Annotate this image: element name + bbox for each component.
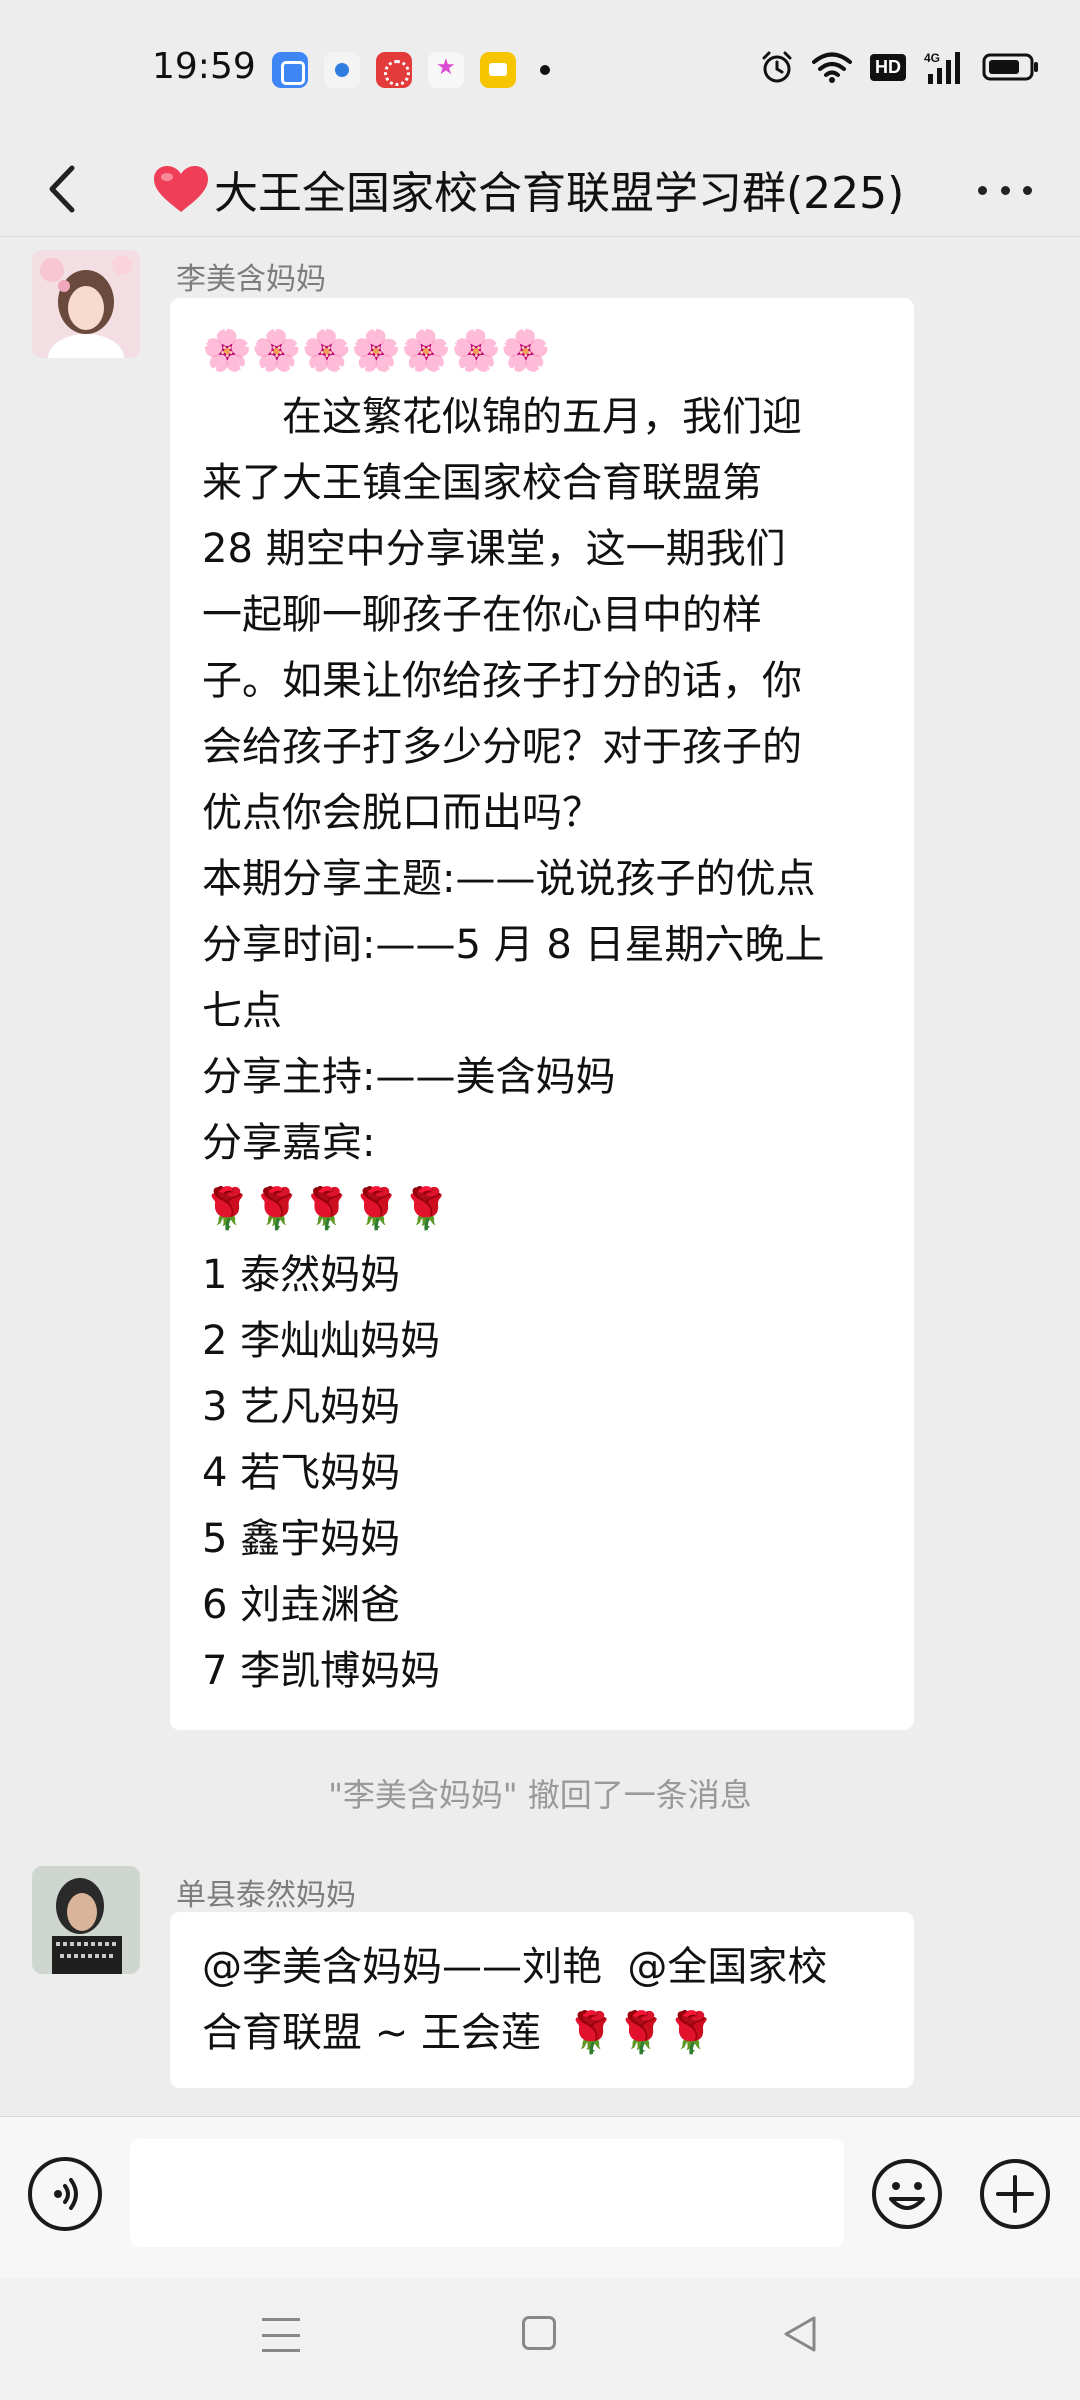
wifi-icon	[812, 52, 852, 83]
alarm-icon	[762, 51, 792, 83]
menu-line	[262, 2349, 300, 2352]
message-line: 6 刘垚渊爸	[202, 1582, 401, 1628]
message-input[interactable]	[130, 2139, 844, 2247]
message-line: 分享嘉宾:	[202, 1120, 376, 1166]
status-time: 19:59	[152, 46, 256, 87]
message-line: 7 李凯博妈妈	[202, 1648, 441, 1694]
chat-title-text: 大王全国家校合育联盟学习群(225)	[214, 168, 905, 219]
battery-icon	[982, 53, 1038, 81]
svg-text:4G: 4G	[924, 51, 940, 65]
more-notifications-dot-icon	[540, 65, 550, 75]
message-line: @李美含妈妈——刘艳 @全国家校	[202, 1944, 828, 1990]
message-bubble[interactable]: 🌸🌸🌸🌸🌸🌸🌸 在这繁花似锦的五月，我们迎 来了大王镇全国家校合育联盟第 28 期空…	[170, 298, 914, 1730]
dot	[1023, 185, 1032, 195]
back-button[interactable]	[30, 154, 100, 224]
system-nav-bar	[0, 2278, 1080, 2400]
message-line: 🌸🌸🌸🌸🌸🌸🌸	[202, 328, 551, 374]
app-notification-icon	[376, 52, 412, 88]
recent-apps-button[interactable]	[262, 2318, 300, 2352]
message-line: 4 若飞妈妈	[202, 1450, 401, 1496]
avatar-image	[32, 1866, 140, 1974]
message-line: 🌹🌹🌹🌹🌹	[202, 1186, 452, 1232]
message-text: @李美含妈妈——刘艳 @全国家校 合育联盟 ~ 王会莲 🌹🌹🌹	[202, 1934, 882, 2066]
heart-icon	[154, 166, 208, 212]
smiley-icon	[872, 2159, 942, 2229]
app-notification-icon	[272, 52, 308, 88]
message-line: 分享主持:——美含妈妈	[202, 1054, 616, 1100]
app-notification-icon	[428, 52, 464, 88]
menu-line	[262, 2318, 300, 2321]
app-notification-icon	[480, 52, 516, 88]
message-line: 会给孩子打多少分呢？对于孩子的	[202, 724, 802, 770]
signal-icon: 4G	[924, 51, 960, 84]
menu-line	[262, 2333, 300, 2337]
avatar[interactable]	[32, 250, 140, 358]
input-bar	[0, 2116, 1080, 2278]
dot	[1000, 185, 1010, 195]
sender-name: 李美含妈妈	[176, 262, 326, 297]
chevron-left-icon	[49, 165, 75, 213]
avatar[interactable]	[32, 1866, 140, 1974]
plus-icon	[980, 2159, 1050, 2229]
message-line: 优点你会脱口而出吗？	[202, 790, 602, 836]
message-line: 分享时间:——5 月 8 日星期六晚上	[202, 922, 825, 968]
voice-input-button[interactable]	[28, 2157, 102, 2231]
sender-name: 单县泰然妈妈	[176, 1878, 356, 1913]
more-options-button[interactable]	[970, 162, 1040, 218]
message-line: 28 期空中分享课堂，这一期我们	[202, 526, 786, 572]
message-line: 本期分享主题:——说说孩子的优点	[202, 856, 816, 902]
chat-title: 大王全国家校合育联盟学习群(225)	[152, 142, 932, 236]
triangle-back-icon	[784, 2316, 816, 2352]
recall-notice: "李美含妈妈" 撤回了一条消息	[328, 1776, 752, 1814]
header-divider	[0, 236, 1080, 237]
status-bar: 19:59 HD 4G	[0, 0, 1080, 142]
hd-badge: HD	[870, 53, 906, 81]
message-line: 一起聊一聊孩子在你心目中的样	[202, 592, 762, 638]
system-icons: HD 4G	[760, 50, 1040, 84]
notification-icons	[272, 52, 550, 88]
message-line: 子。如果让你给孩子打分的话，你	[202, 658, 802, 704]
message-line: 在这繁花似锦的五月，我们迎	[202, 394, 802, 440]
dot	[978, 185, 987, 195]
chat-header: 大王全国家校合育联盟学习群(225)	[0, 142, 1080, 236]
add-attachment-button[interactable]	[978, 2157, 1052, 2231]
message-line: 2 李灿灿妈妈	[202, 1318, 441, 1364]
message-line: 七点	[202, 988, 282, 1034]
app-notification-icon	[324, 52, 360, 88]
system-back-button[interactable]	[780, 2314, 820, 2354]
message-line: 3 艺凡妈妈	[202, 1384, 401, 1430]
emoji-button[interactable]	[870, 2157, 944, 2231]
voice-icon	[54, 2178, 78, 2210]
message-bubble[interactable]: @李美含妈妈——刘艳 @全国家校 合育联盟 ~ 王会莲 🌹🌹🌹	[170, 1912, 914, 2088]
avatar-image	[32, 250, 140, 358]
home-button[interactable]	[522, 2316, 556, 2350]
message-line: 5 鑫宇妈妈	[202, 1516, 401, 1562]
message-text: 🌸🌸🌸🌸🌸🌸🌸 在这繁花似锦的五月，我们迎 来了大王镇全国家校合育联盟第 28 期空…	[202, 318, 882, 1704]
message-line: 来了大王镇全国家校合育联盟第	[202, 460, 762, 506]
message-line: 1 泰然妈妈	[202, 1252, 401, 1298]
message-line: 合育联盟 ~ 王会莲 🌹🌹🌹	[202, 2010, 716, 2056]
